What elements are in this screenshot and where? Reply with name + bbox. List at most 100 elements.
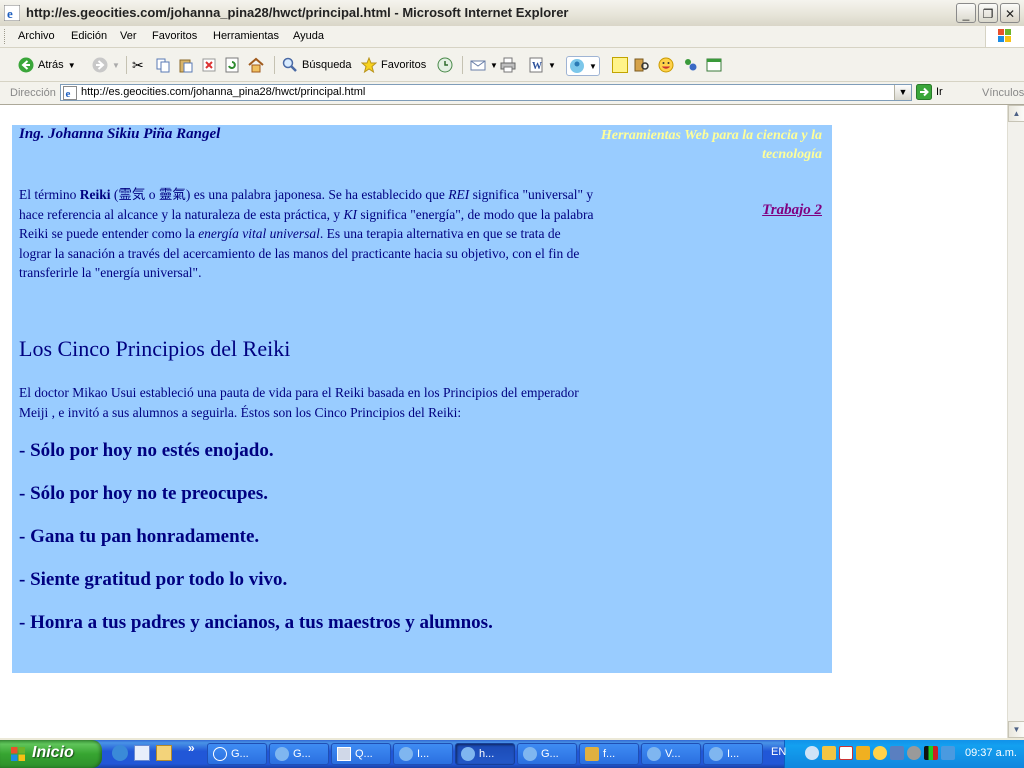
paste-button[interactable]	[178, 56, 194, 74]
vertical-scrollbar[interactable]: ▲ ▼	[1007, 105, 1024, 738]
menu-ayuda[interactable]: Ayuda	[293, 30, 324, 42]
address-input[interactable]: e http://es.geocities.com/johanna_pina28…	[60, 84, 912, 101]
trabajo-2-link[interactable]: Trabajo 2	[762, 202, 822, 219]
svg-text:e: e	[7, 6, 13, 21]
search-icon	[282, 57, 297, 72]
scroll-down-icon[interactable]: ▼	[1008, 721, 1024, 738]
address-url: http://es.geocities.com/johanna_pina28/h…	[81, 86, 366, 98]
back-dropdown-icon[interactable]: ▼	[68, 61, 76, 70]
ie-icon	[523, 747, 537, 761]
task-label: G...	[293, 748, 311, 760]
edit-dropdown-icon[interactable]: ▼	[548, 61, 556, 70]
menu-archivo[interactable]: Archivo	[18, 30, 55, 42]
language-indicator[interactable]: EN	[771, 746, 786, 758]
notes-button[interactable]	[612, 56, 628, 74]
back-label: Atrás	[38, 59, 64, 71]
scroll-up-icon[interactable]: ▲	[1008, 105, 1024, 122]
go-button[interactable]: Ir	[916, 84, 943, 100]
taskbar-button[interactable]: Q...	[331, 743, 391, 765]
tray-network-icon[interactable]	[890, 746, 904, 760]
minimize-button[interactable]: _	[956, 3, 976, 23]
tray-mail-icon[interactable]	[839, 746, 853, 760]
messenger-button[interactable]: ▼	[566, 56, 600, 76]
tray-app-icon[interactable]	[941, 746, 955, 760]
start-button[interactable]: Inicio	[0, 740, 102, 768]
print-button[interactable]	[500, 56, 516, 74]
menu-favoritos[interactable]: Favoritos	[152, 30, 197, 42]
home-button[interactable]	[248, 56, 264, 74]
menu-ver[interactable]: Ver	[120, 30, 137, 42]
back-button[interactable]: Atrás ▼	[18, 56, 76, 74]
copy-button[interactable]	[155, 56, 171, 74]
taskbar-button[interactable]: I...	[393, 743, 453, 765]
research-button[interactable]	[634, 56, 650, 74]
clock: 09:37 a.m.	[965, 747, 1017, 759]
tray-settings-icon[interactable]	[907, 746, 921, 760]
address-bar: Dirección e http://es.geocities.com/joha…	[0, 82, 1024, 105]
folder-quicklaunch-icon[interactable]	[156, 745, 172, 761]
principle-item: - Sólo por hoy no te preocupes.	[19, 483, 268, 504]
ie-quicklaunch-icon[interactable]	[112, 745, 128, 761]
mail-dropdown-icon[interactable]: ▼	[490, 61, 498, 70]
tools-icon	[685, 59, 697, 71]
intro-paragraph: El término Reiki (霊気 o 靈氣) es una palabr…	[19, 185, 594, 283]
messenger-icon	[570, 59, 584, 73]
start-label: Inicio	[32, 744, 74, 761]
search-button[interactable]: Búsqueda	[282, 56, 352, 74]
toolbar-grip[interactable]	[4, 29, 8, 44]
search-label: Búsqueda	[302, 59, 352, 71]
messenger-dropdown-icon[interactable]: ▼	[589, 62, 597, 71]
tray-status-icon[interactable]	[924, 746, 938, 760]
taskbar-button[interactable]: V...	[641, 743, 701, 765]
forward-button[interactable]: ▼	[92, 56, 120, 74]
edit-button[interactable]: W ▼	[528, 56, 556, 74]
windows-flag-icon	[11, 747, 25, 761]
history-icon	[437, 57, 453, 73]
taskbar-button-active[interactable]: h...	[455, 743, 515, 765]
favorites-button[interactable]: Favoritos	[361, 56, 426, 74]
refresh-button[interactable]	[224, 56, 240, 74]
menu-herramientas[interactable]: Herramientas	[213, 30, 279, 42]
taskbar-button[interactable]: G...	[517, 743, 577, 765]
mail-button[interactable]: ▼	[470, 56, 498, 74]
reiki-term: Reiki	[79, 187, 111, 202]
site-tagline: Herramientas Web para la ciencia y la te…	[600, 128, 822, 162]
note-icon	[612, 57, 628, 73]
menu-edicion[interactable]: Edición	[71, 30, 107, 42]
title-bar: e http://es.geocities.com/johanna_pina28…	[0, 0, 1024, 27]
app-icon	[585, 747, 599, 761]
maximize-button[interactable]: ❐	[978, 3, 998, 23]
delete-button[interactable]	[201, 56, 217, 74]
tray-expand-icon[interactable]	[805, 746, 819, 760]
task-label: I...	[417, 748, 430, 760]
quick-launch-more-icon[interactable]: »	[188, 741, 195, 755]
tray-shield-icon[interactable]	[856, 746, 870, 760]
word-icon: W	[529, 57, 543, 73]
ie-icon	[275, 747, 289, 761]
close-button[interactable]: ✕	[1000, 3, 1020, 23]
taskbar-button[interactable]: G...	[269, 743, 329, 765]
taskbar-button[interactable]: G...	[207, 743, 267, 765]
window-icon	[706, 58, 722, 72]
address-dropdown-icon[interactable]: ▼	[894, 85, 911, 100]
cut-button[interactable]: ✂	[132, 56, 148, 74]
links-label[interactable]: Vínculos	[982, 87, 1024, 99]
smiley-button[interactable]	[658, 56, 674, 74]
standard-toolbar: Atrás ▼ ▼ ✂ Búsqueda Favoritos ▼ W ▼ ▼	[0, 48, 1024, 82]
forward-dropdown-icon[interactable]: ▼	[112, 61, 120, 70]
task-label: h...	[479, 748, 495, 760]
tray-clock-app-icon[interactable]	[822, 746, 836, 760]
explorer-quicklaunch-icon[interactable]	[134, 745, 150, 761]
go-arrow-icon	[916, 84, 932, 100]
principles-heading: Los Cinco Principios del Reiki	[19, 336, 291, 361]
tray-smiley-icon[interactable]	[873, 746, 887, 760]
history-button[interactable]	[437, 56, 453, 74]
taskbar-button[interactable]: I...	[703, 743, 763, 765]
task-label: f...	[603, 748, 616, 760]
page-icon: e	[63, 86, 77, 100]
window-button[interactable]	[706, 56, 722, 74]
taskbar-button[interactable]: f...	[579, 743, 639, 765]
monitor-icon	[337, 747, 351, 761]
tools-button[interactable]	[682, 56, 698, 74]
research-icon	[634, 58, 649, 72]
